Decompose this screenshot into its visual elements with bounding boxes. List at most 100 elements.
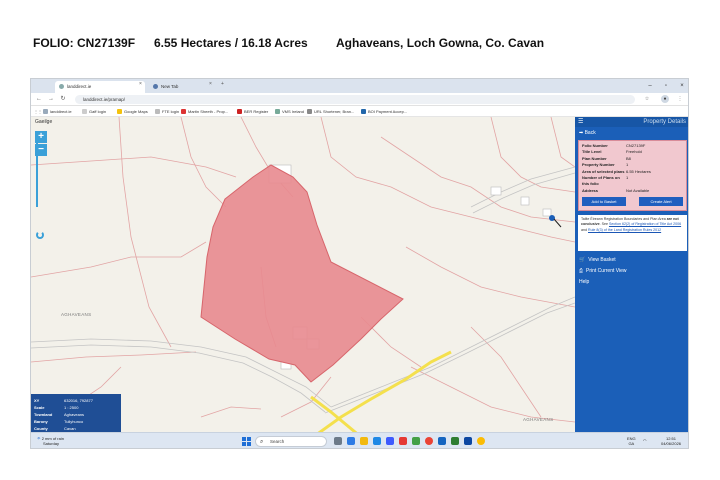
bookmark-ber[interactable]: BER Register [237,108,268,115]
plan-area: 6.55 Hectares [626,168,651,174]
folio-title: FOLIO: CN27139F [33,36,136,50]
basket-icon: 🛒 [579,257,586,264]
bookmark-icon [237,109,242,115]
taskbar: ☂ 2 mm of rain Saturday Search ENGGA ◠ [31,432,688,448]
bookmark-icon [82,109,87,115]
language-indicator[interactable]: ENG GA [627,436,636,446]
bookmark-url-shortener[interactable]: URL Shortener, Bran... [307,108,354,115]
tab-new-tab[interactable]: New Tab [149,81,209,93]
plans-count: 1 [626,175,629,181]
bookmark-icon [155,109,160,115]
create-alert-button[interactable]: Create Alert [639,197,683,207]
scale-value: 1 : 2500 [64,405,79,410]
map-info-box: XY 632016, 792877 Scale 1 : 2500 Townland A… [31,394,121,432]
maps-pin-icon [117,109,122,115]
bookmarks-bar: ⋮⋮ landdirect.ie Gaff login Google Maps … [31,106,688,117]
property-plot [200,164,404,383]
menu-dots-icon[interactable]: ⋮ [676,95,684,103]
task-view-icon[interactable] [334,437,342,445]
word-icon[interactable] [464,437,472,445]
property-details-panel: ☰ Property Details ➡ Back Folio Number CN… [575,117,688,432]
new-tab-icon[interactable]: + [221,81,224,87]
boundary-notice: Tailte Éireann Registration Boundaries a… [578,215,687,252]
panel-title: Property Details [643,119,686,125]
url-input[interactable]: landdirect.ie/pramap/ [75,95,635,104]
panel-menu-icon[interactable]: ☰ [578,117,583,127]
forward-arrow-icon[interactable]: → [47,95,55,103]
tab-landdirect[interactable]: landdirect.ie [55,81,145,93]
bookmark-gaff[interactable]: Gaff login [82,108,106,115]
back-link[interactable]: ➡ Back [575,127,688,140]
site-icon [59,84,64,90]
zoom-slider[interactable] [36,143,38,207]
bookmark-google-maps[interactable]: Google Maps [117,108,148,115]
close-window-icon[interactable]: × [675,79,688,93]
county-value: Cavan [64,426,76,431]
refresh-icon[interactable] [36,231,44,239]
language-toggle[interactable]: Gaeilge [35,119,52,125]
selection-pin-icon [549,215,562,228]
windows-start-icon[interactable] [242,437,251,446]
bookmark-icon [275,109,280,115]
store-icon[interactable] [373,437,381,445]
outlook-icon[interactable] [438,437,446,445]
apps-icon[interactable]: ⋮⋮ [34,108,42,115]
rule-8-link[interactable]: Rule 8(3) of the Land Registration Rules… [588,228,661,232]
profile-icon[interactable]: ● [661,95,669,103]
address-bar-row: ← → ↻ landdirect.ie/pramap/ ☆ ● ⋮ [31,93,688,106]
help-link[interactable]: Help [575,277,688,288]
townland-value: Aghaveans [64,412,85,417]
bookmark-boi[interactable]: BOI Payment Accep... [361,108,407,115]
edge-icon[interactable] [347,437,355,445]
bookmark-icon [181,109,186,115]
xy-value: 632016, 792877 [64,398,93,403]
taskbar-search[interactable]: Search [255,436,327,447]
view-basket-link[interactable]: 🛒 View Basket [575,255,688,266]
zoom-in-button[interactable]: + [35,131,47,143]
panel-header: ☰ Property Details [575,117,688,127]
section-62-link[interactable]: Section 62(2) of Registration of Title A… [609,222,681,226]
scanned-page: FOLIO: CN27139F 6.55 Hectares / 16.18 Ac… [0,0,720,480]
weather-widget[interactable]: ☂ 2 mm of rain Saturday [37,436,64,446]
bookmark-star-icon[interactable]: ☆ [643,95,651,103]
townland-label: AGHAVEANS [61,312,92,317]
bookmark-icon [307,109,312,115]
bookmark-icon [361,109,366,115]
map-view[interactable]: Gaeilge + − AGHAVEANS AGHAVEANS XY 632016… [31,117,575,432]
address-value: Not Available [626,187,650,193]
bookmark-vms[interactable]: VMS Ireland [275,108,304,115]
minimize-icon[interactable]: – [643,79,657,93]
back-arrow-icon[interactable]: ← [35,95,43,103]
document-header: FOLIO: CN27139F 6.55 Hectares / 16.18 Ac… [33,36,693,54]
print-icon: ⎙ [579,268,584,275]
screenshot-frame: landdirect.ie × New Tab × + – ▫ × ← → ↻ … [30,78,689,449]
bookmark-landdirect[interactable]: landdirect.ie [43,108,72,115]
add-to-basket-button[interactable]: Add to Basket [582,197,626,207]
barony-value: Tullyhunco [64,419,84,424]
townland-label: AGHAVEANS [523,417,554,422]
print-view-link[interactable]: ⎙ Print Current View [575,266,688,277]
close-tab-icon[interactable]: × [209,81,212,87]
close-tab-icon[interactable]: × [139,81,142,87]
maximize-icon[interactable]: ▫ [659,79,673,93]
map-canvas[interactable] [31,117,575,432]
chrome-icon [153,84,158,90]
mail-icon[interactable] [386,437,394,445]
clock[interactable]: 12:51 04/06/2026 [661,436,681,446]
bookmark-fte[interactable]: FTE login [155,108,179,115]
yellow-road [317,350,452,432]
property-card: Folio Number CN27139F Title Level Freehold… [578,140,687,212]
chrome-icon[interactable] [477,437,485,445]
bookmark-martin[interactable]: Martin Sheeth - Prop... [181,108,228,115]
area-title: 6.55 Hectares / 16.18 Acres [154,36,308,50]
file-explorer-icon[interactable] [360,437,368,445]
reload-icon[interactable]: ↻ [59,95,67,103]
app-icon[interactable] [412,437,420,445]
excel-icon[interactable] [451,437,459,445]
chrome-icon[interactable] [425,437,433,445]
location-title: Aghaveans, Loch Gowna, Co. Cavan [336,36,545,50]
wifi-icon[interactable]: ◠ [643,438,647,443]
browser-tab-bar: landdirect.ie × New Tab × + – ▫ × [31,79,688,93]
app-icon[interactable] [399,437,407,445]
bookmark-icon [43,109,48,115]
